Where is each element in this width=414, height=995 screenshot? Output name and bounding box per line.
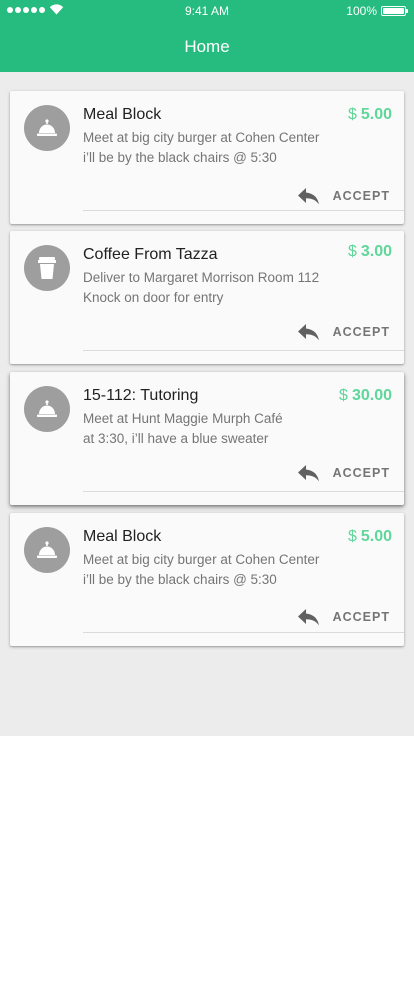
request-description-line: Meet at Hunt Maggie Murph Café <box>83 411 283 426</box>
accept-action[interactable]: ACCEPT <box>297 463 390 483</box>
accept-button[interactable]: ACCEPT <box>333 610 390 624</box>
card-divider <box>83 210 404 211</box>
request-description-line: i’ll be by the black chairs @ 5:30 <box>83 150 277 165</box>
request-description-line: Knock on door for entry <box>83 290 224 305</box>
accept-button[interactable]: ACCEPT <box>333 325 390 339</box>
request-title: 15-112: Tutoring <box>83 387 199 404</box>
reply-icon[interactable] <box>297 607 321 627</box>
price-currency: $ <box>347 243 357 260</box>
request-description: Meet at Hunt Maggie Murph Café at 3:30, … <box>83 409 343 449</box>
price-amount: 30.00 <box>351 387 392 404</box>
battery-icon <box>381 6 408 16</box>
request-title: Meal Block <box>83 106 162 123</box>
service-bell-icon <box>37 119 57 136</box>
request-avatar <box>24 105 70 151</box>
battery-percentage: 100% <box>346 4 377 18</box>
request-title: Coffee From Tazza <box>83 246 218 263</box>
price-currency: $ <box>347 106 357 123</box>
card-divider <box>83 350 404 351</box>
request-title: Meal Block <box>83 528 162 545</box>
card-divider <box>83 632 404 633</box>
price-amount: 5.00 <box>360 106 392 123</box>
app-header: 9:41 AM 100% Home <box>0 0 414 72</box>
request-price: $3.00 <box>348 243 392 261</box>
price-currency: $ <box>339 387 348 404</box>
coffee-cup-icon <box>38 257 56 279</box>
request-description: Deliver to Margaret Morrison Room 112 Kn… <box>83 268 343 308</box>
accept-button[interactable]: ACCEPT <box>333 189 390 203</box>
reply-icon[interactable] <box>297 322 321 342</box>
accept-action[interactable]: ACCEPT <box>297 607 390 627</box>
request-description-line: at 3:30, i’ll have a blue sweater <box>83 431 269 446</box>
request-price: $30.00 <box>339 387 392 405</box>
status-bar: 9:41 AM 100% <box>0 0 414 22</box>
request-description-line: Meet at big city burger at Cohen Center <box>83 552 320 567</box>
reply-icon[interactable] <box>297 463 321 483</box>
request-card[interactable]: Meal Block Meet at big city burger at Co… <box>10 91 404 224</box>
request-description: Meet at big city burger at Cohen Center … <box>83 550 343 590</box>
price-currency: $ <box>347 528 357 545</box>
request-price: $5.00 <box>348 106 392 124</box>
request-card[interactable]: Coffee From Tazza Deliver to Margaret Mo… <box>10 231 404 364</box>
accept-action[interactable]: ACCEPT <box>297 322 390 342</box>
service-bell-icon <box>37 400 57 417</box>
price-amount: 3.00 <box>360 243 392 260</box>
request-avatar <box>24 245 70 291</box>
request-description: Meet at big city burger at Cohen Center … <box>83 128 343 168</box>
price-amount: 5.00 <box>360 528 392 545</box>
request-price: $5.00 <box>348 528 392 546</box>
request-avatar <box>24 386 70 432</box>
service-bell-icon <box>37 541 57 558</box>
request-description-line: Deliver to Margaret Morrison Room 112 <box>83 270 320 285</box>
request-list[interactable]: Meal Block Meet at big city burger at Co… <box>0 72 414 736</box>
reply-icon[interactable] <box>297 186 321 206</box>
request-card[interactable]: 15-112: Tutoring Meet at Hunt Maggie Mur… <box>10 372 404 505</box>
card-divider <box>83 491 404 492</box>
page-title: Home <box>184 37 230 56</box>
accept-action[interactable]: ACCEPT <box>297 186 390 206</box>
request-description-line: Meet at big city burger at Cohen Center <box>83 130 320 145</box>
request-card[interactable]: Meal Block Meet at big city burger at Co… <box>10 513 404 646</box>
request-description-line: i’ll be by the black chairs @ 5:30 <box>83 572 277 587</box>
accept-button[interactable]: ACCEPT <box>333 466 390 480</box>
request-avatar <box>24 527 70 573</box>
